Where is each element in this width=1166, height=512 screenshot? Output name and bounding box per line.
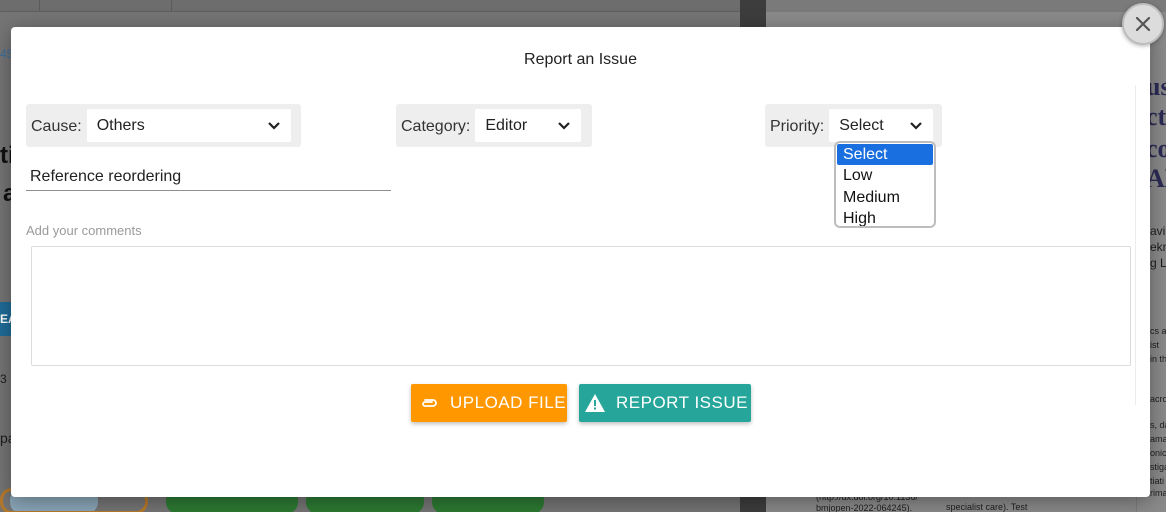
modal-title: Report an Issue <box>524 51 637 68</box>
background-fragment: stiga <box>1150 462 1166 472</box>
issue-title-input[interactable] <box>26 163 391 191</box>
report-issue-modal: Report an Issue Cause: Others Category: … <box>11 27 1150 497</box>
category-select-group: Category: Editor <box>396 104 592 147</box>
background-fragment: s, da <box>1150 420 1166 430</box>
cause-select-value: Others <box>96 116 145 134</box>
chevron-down-icon <box>267 121 280 130</box>
upload-file-label: UPLOAD FILE <box>450 393 567 412</box>
background-fragment: tiati <box>1150 476 1165 486</box>
background-fragment: in th <box>1150 354 1166 364</box>
priority-select-value: Select <box>839 116 884 134</box>
priority-select[interactable]: Select <box>829 109 934 142</box>
cause-select-group: Cause: Others <box>26 104 301 147</box>
priority-option-medium[interactable]: Medium <box>836 187 934 208</box>
cause-select[interactable]: Others <box>86 109 291 142</box>
upload-file-button[interactable]: UPLOAD FILE <box>411 384 567 422</box>
background-toolbar <box>0 0 740 12</box>
paperclip-icon <box>417 391 441 415</box>
background-fragment: onic <box>1150 448 1166 458</box>
background-fragment: ama <box>1150 434 1166 444</box>
priority-option-low[interactable]: Low <box>836 165 934 186</box>
chevron-down-icon <box>910 121 923 130</box>
background-fragment: specialist care). Test <box>946 502 1028 512</box>
category-select[interactable]: Editor <box>475 109 582 142</box>
warning-triangle-icon <box>583 391 607 415</box>
modal-scroll-edge <box>1135 85 1136 405</box>
comments-label: Add your comments <box>26 223 142 238</box>
background-fragment: acro <box>1150 394 1166 404</box>
category-select-value: Editor <box>485 116 528 134</box>
background-fragment: ist <box>1150 340 1159 350</box>
report-issue-label: REPORT ISSUE <box>616 393 748 412</box>
close-icon <box>1135 16 1151 32</box>
priority-label: Priority: <box>770 117 825 135</box>
background-fragment: g L <box>1150 256 1166 270</box>
report-issue-button[interactable]: REPORT ISSUE <box>579 384 751 422</box>
background-fragment: rima <box>1150 488 1166 498</box>
cause-label: Cause: <box>31 117 82 135</box>
priority-dropdown-list: Select Low Medium High <box>834 141 936 228</box>
chevron-down-icon <box>558 121 571 130</box>
background-fragment: bmjopen-2022-064245). <box>816 503 913 512</box>
background-fragment: avi <box>1150 224 1166 238</box>
background-fragment: ekn <box>1150 240 1166 254</box>
priority-option-select[interactable]: Select <box>837 144 933 166</box>
background-fragment: cs a <box>1150 326 1166 336</box>
modal-close-button[interactable] <box>1122 3 1164 45</box>
priority-option-high[interactable]: High <box>836 208 934 226</box>
category-label: Category: <box>401 117 471 135</box>
background-fragment: 3 <box>0 372 7 386</box>
comments-textarea[interactable] <box>31 246 1131 366</box>
